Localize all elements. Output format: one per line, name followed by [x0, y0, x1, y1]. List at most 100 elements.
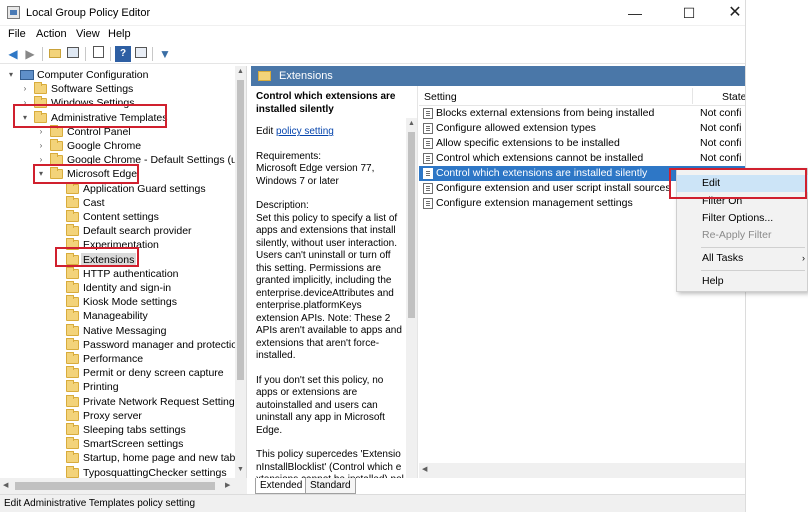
tab-extended[interactable]: Extended [255, 478, 308, 494]
filter-icon[interactable]: ▼ [157, 46, 173, 62]
policy-setting-icon [423, 123, 433, 134]
edit-prefix: Edit [256, 126, 277, 137]
tree-item[interactable]: Sleeping tabs settings [52, 423, 230, 437]
folder-icon [50, 124, 63, 137]
expand-icon[interactable]: › [20, 82, 30, 96]
highlight-microsoft-edge [33, 164, 139, 184]
tree-vertical-scrollbar[interactable]: ▲ ▼ [235, 66, 246, 478]
tree-item[interactable]: Permit or deny screen capture [52, 366, 230, 380]
folder-icon [66, 437, 79, 450]
menu-file[interactable]: File [8, 28, 26, 40]
forward-icon[interactable]: ▶ [22, 46, 38, 62]
folder-icon [66, 309, 79, 322]
tree-item[interactable]: Default search provider [52, 224, 230, 238]
tree-item[interactable]: Native Messaging [52, 323, 230, 338]
policy-setting-icon [423, 168, 433, 179]
folder-icon [66, 195, 79, 208]
list-horizontal-scrollbar[interactable]: ◀ [419, 463, 745, 478]
folder-icon [66, 281, 79, 293]
tree-item[interactable]: › Google Chrome [36, 139, 230, 153]
policy-state: Not confi [700, 152, 742, 164]
folder-icon [66, 366, 79, 379]
folder-icon [66, 337, 79, 350]
context-menu-filter-options[interactable]: Filter Options... [677, 210, 808, 227]
tree-item-label: Printing [83, 381, 119, 394]
folder-icon [66, 323, 79, 336]
tree-item-label: Cast [83, 196, 105, 209]
tree-item[interactable]: HTTP authentication [52, 266, 230, 281]
menu-view[interactable]: View [76, 28, 100, 40]
tab-standard[interactable]: Standard [305, 478, 356, 494]
tree-pane: ▾ Computer Configuration › Software Setting… [0, 66, 247, 494]
export-list-icon[interactable] [90, 46, 106, 62]
folder-icon [66, 266, 79, 279]
policy-name: Configure extension and user script inst… [436, 182, 671, 194]
expand-icon[interactable]: › [36, 139, 46, 153]
policy-setting-icon [423, 108, 433, 119]
policy-state: Not confi [700, 122, 742, 134]
tree-item-label: Startup, home page and new tab pag [83, 452, 247, 465]
policy-name: Configure allowed extension types [436, 122, 596, 134]
description-scrollbar[interactable]: ▲ [406, 118, 417, 478]
show-hide-tree-icon[interactable] [65, 46, 81, 62]
policy-name: Configure extension management settings [436, 197, 633, 209]
tree-item[interactable]: Cast [52, 195, 230, 210]
tree-item[interactable]: Kiosk Mode settings [52, 295, 230, 309]
menu-bar: File Action View Help [0, 26, 745, 44]
properties-icon[interactable] [133, 46, 149, 62]
tree-item-label: Google Chrome [67, 140, 142, 152]
column-state[interactable]: State [722, 91, 745, 103]
tree-item[interactable]: Content settings [52, 210, 230, 224]
folder-icon [66, 423, 79, 435]
tree-item[interactable]: Manageability [52, 309, 230, 323]
tree-item[interactable]: Private Network Request Settings [52, 394, 240, 409]
tree-item[interactable]: Startup, home page and new tab pag [52, 451, 246, 465]
tree-horizontal-scrollbar[interactable]: ◀ ▶ [0, 478, 247, 494]
policy-row[interactable]: Configure allowed extension types Not con… [419, 121, 745, 136]
folder-icon [66, 380, 79, 393]
policy-row[interactable]: Control which extensions cannot be insta… [419, 151, 745, 166]
tree-item-label: Manageability [83, 310, 148, 323]
tree-item[interactable]: Password manager and protection [52, 337, 243, 352]
folder-icon [66, 224, 79, 237]
tree-item[interactable]: Performance [52, 352, 230, 366]
maximize-button[interactable]: ☐ [666, 0, 712, 26]
context-menu-all-tasks[interactable]: All Tasks › [677, 250, 808, 267]
edit-policy-link[interactable]: policy setting [276, 126, 334, 137]
column-setting[interactable]: Setting [424, 91, 457, 103]
back-icon[interactable]: ◀ [5, 46, 21, 62]
help-icon[interactable]: ? [115, 46, 131, 62]
computer-icon [20, 70, 34, 80]
up-folder-icon[interactable] [47, 46, 63, 62]
policy-name: Control which extensions are installed s… [436, 167, 648, 179]
policy-name: Allow specific extensions to be installe… [436, 137, 620, 149]
menu-action[interactable]: Action [36, 28, 67, 40]
tree-item-label: Identity and sign-in [83, 282, 172, 294]
tree-item[interactable]: SmartScreen settings [52, 437, 230, 451]
highlight-edit [669, 168, 807, 199]
tree-item[interactable]: Identity and sign-in [52, 281, 230, 295]
toolbar: ◀ ▶ ? ▼ [0, 44, 745, 64]
minimize-button[interactable]: — [612, 0, 658, 26]
policy-row[interactable]: Blocks external extensions from being in… [419, 106, 745, 121]
tree-item[interactable]: Printing [52, 380, 230, 394]
policy-name: Control which extensions cannot be insta… [436, 152, 644, 164]
tree-item[interactable]: Proxy server [52, 408, 230, 423]
policy-setting-icon [423, 183, 433, 194]
tree-item[interactable]: ▾ Computer Configuration [6, 68, 230, 82]
view-tabs: Extended Standard [251, 478, 745, 494]
policy-setting-icon [423, 138, 433, 149]
folder-icon [66, 210, 79, 222]
collapse-icon[interactable]: ▾ [6, 68, 16, 82]
highlight-administrative-templates [13, 104, 167, 128]
list-header: Setting State [419, 86, 745, 106]
all-tasks-label: All Tasks [702, 252, 744, 264]
folder-icon [66, 394, 79, 407]
context-menu-help[interactable]: Help [677, 273, 808, 290]
menu-help[interactable]: Help [108, 28, 131, 40]
policy-row[interactable]: Allow specific extensions to be installe… [419, 136, 745, 151]
tree-item[interactable]: › Software Settings [20, 82, 230, 96]
policy-state: Not confi [700, 107, 742, 119]
status-text: Edit Administrative Templates policy set… [4, 498, 196, 509]
tree-item-label: Native Messaging [83, 324, 167, 337]
